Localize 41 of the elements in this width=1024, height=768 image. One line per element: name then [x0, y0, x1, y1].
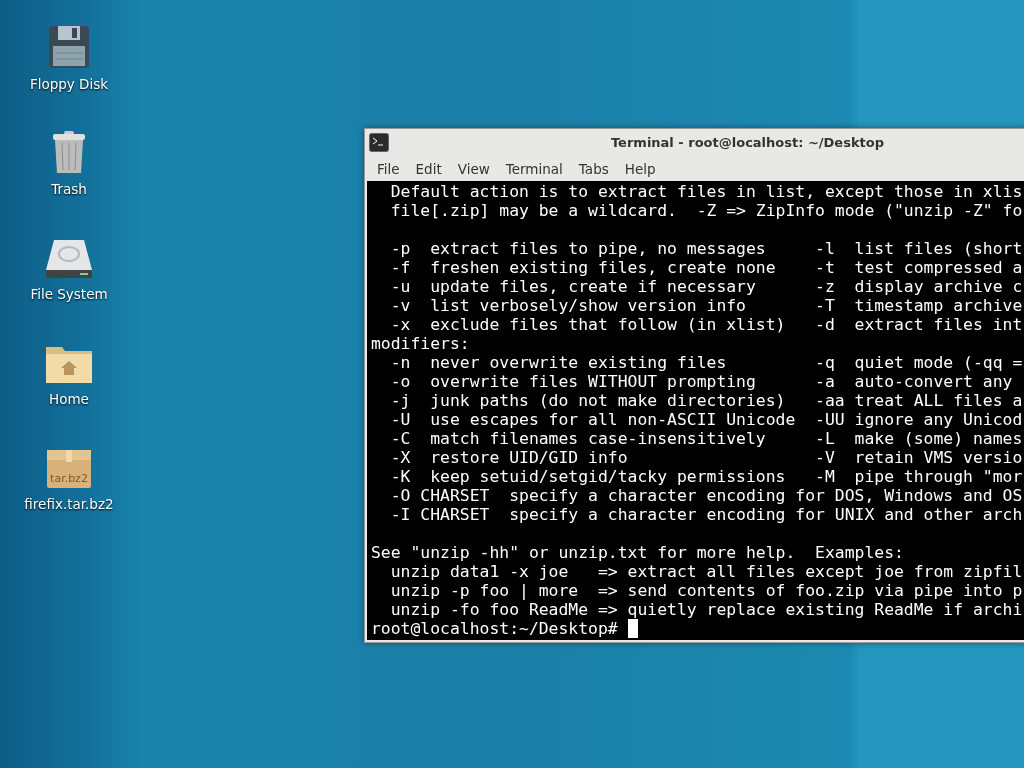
terminal-line: -X restore UID/GID info -V retain VMS versio [389, 448, 1024, 467]
terminal-line: -C match filenames case-insensitively -L make (some) names [389, 429, 1024, 448]
terminal-line: unzip -p foo | more => send contents of foo.zip via pipe into p [389, 581, 1024, 600]
desktop-icon-label[interactable]: Trash [51, 181, 87, 197]
menu-item[interactable]: View [449, 160, 498, 177]
menu-item[interactable]: Edit [407, 160, 450, 177]
terminal-line: See "unzip -hh" or unzip.txt for more help. Examples: [371, 543, 905, 562]
terminal-line: -u update files, create if necessary -z display archive c [389, 277, 1024, 296]
terminal-line: -I CHARSET specify a character encoding for UNIX and other arch [389, 505, 1024, 524]
terminal-line: -n never overwrite existing files -q quiet mode (-qq = [389, 353, 1024, 372]
menu-item[interactable]: Tabs [570, 160, 617, 177]
terminal-line: -p extract files to pipe, no messages -l list files (short [389, 239, 1024, 258]
terminal-line: -O CHARSET specify a character encoding for DOS, Windows and OS [389, 486, 1024, 505]
terminal-line: unzip data1 -x joe => extract all files except joe from zipfil [389, 562, 1024, 581]
desktop-icon-label[interactable]: firefix.tar.bz2 [24, 496, 114, 512]
text-cursor [627, 619, 638, 638]
terminal-line: modifiers: [371, 334, 471, 353]
cardboard-box-icon [47, 448, 91, 488]
trash-can-icon [52, 131, 86, 173]
terminal-icon[interactable] [369, 133, 389, 152]
file-type-label: tar.bz2 [49, 472, 89, 485]
terminal-line: -x exclude files that follow (in xlist) -d extract files int [389, 315, 1024, 334]
desktop-icon-label[interactable]: File System [30, 286, 108, 302]
window-title: Terminal - root@localhost: ~/Desktop [609, 135, 886, 150]
home-folder-icon [46, 345, 92, 383]
menu-item[interactable]: File [369, 160, 408, 177]
menu-item[interactable]: Terminal [497, 160, 571, 177]
menu-item[interactable]: Help [616, 160, 664, 177]
hard-drive-icon [46, 240, 92, 278]
terminal-line: -K keep setuid/setgid/tacky permissions -M pipe through "mor [389, 467, 1024, 486]
terminal-line: -o overwrite files WITHOUT prompting -a auto-convert any [389, 372, 1014, 391]
terminal-line: -f freshen existing files, create none -t test compressed a [389, 258, 1024, 277]
terminal-line: file[.zip] may be a wildcard. -Z => ZipInfo mode ("unzip -Z" fo [389, 201, 1024, 220]
terminal-line: Default action is to extract files in list, except those in xlis [389, 182, 1024, 201]
terminal-line: -v list verbosely/show version info -T timestamp archive [389, 296, 1024, 315]
terminal-line: -U use escapes for all non-ASCII Unicode -UU ignore any Unicod [389, 410, 1024, 429]
terminal-line: -j junk paths (do not make directories) -aa treat ALL files a [389, 391, 1024, 410]
desktop-icon-label[interactable]: Floppy Disk [29, 76, 109, 92]
terminal-line: unzip -fo foo ReadMe => quietly replace existing ReadMe if archi [389, 600, 1024, 619]
shell-prompt: root@localhost:~/Desktop# [371, 619, 618, 638]
desktop-icon-label[interactable]: Home [49, 391, 89, 407]
